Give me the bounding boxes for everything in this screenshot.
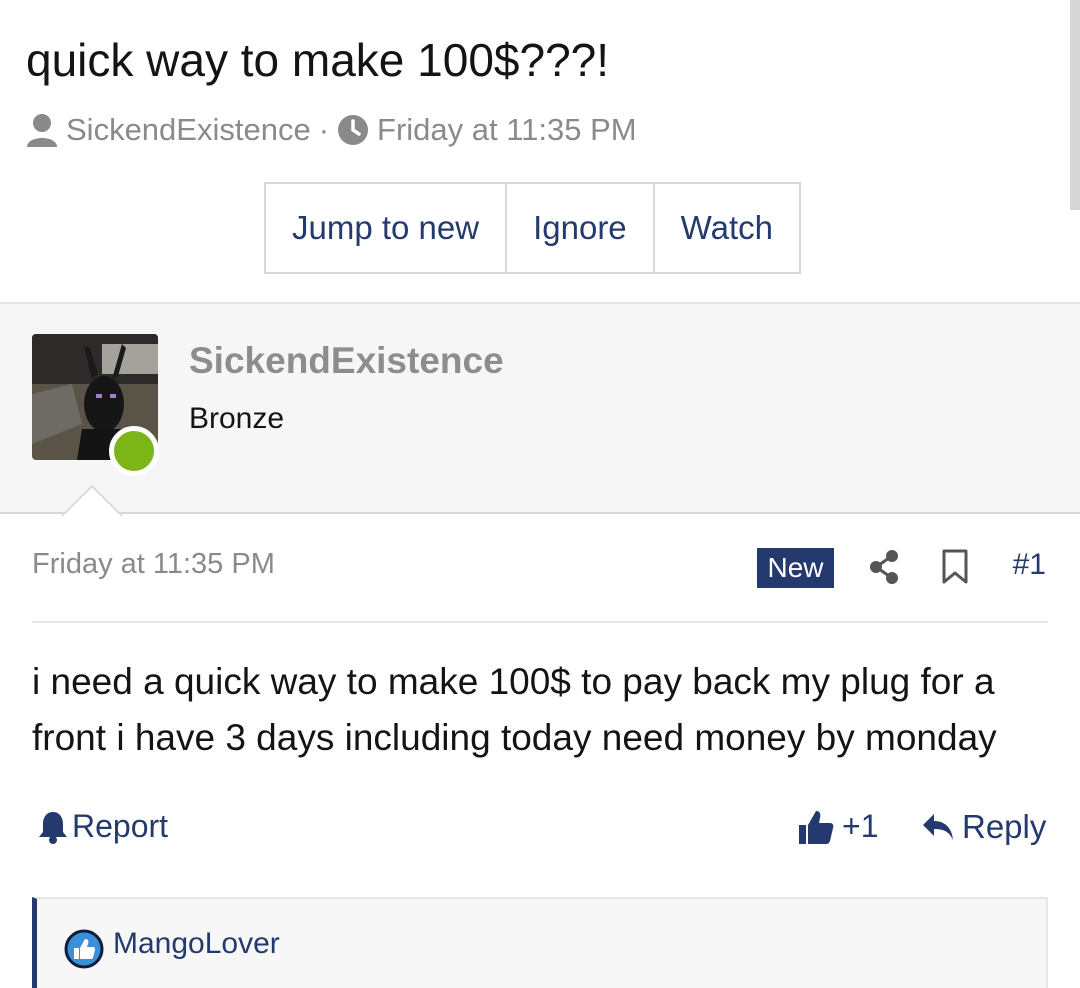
thread-author-link[interactable]: SickendExistence [66, 112, 311, 148]
user-block-arrow [62, 484, 122, 516]
reply-icon [923, 814, 953, 840]
thumbs-up-icon [799, 810, 834, 844]
report-button[interactable]: Report [38, 808, 168, 845]
thread-time[interactable]: Friday at 11:35 PM [377, 112, 637, 148]
thread-title: quick way to make 100$???! [26, 34, 610, 86]
scrollbar[interactable] [1070, 0, 1080, 210]
reaction-user-link[interactable]: MangoLover [113, 927, 280, 961]
ignore-button[interactable]: Ignore [505, 184, 653, 272]
watch-button[interactable]: Watch [652, 184, 799, 272]
share-icon[interactable] [868, 548, 900, 591]
user-rank: Bronze [189, 402, 285, 435]
new-badge: New [757, 548, 834, 588]
post-divider [32, 621, 1048, 623]
bell-icon [39, 811, 67, 844]
like-button[interactable]: +1 [798, 808, 878, 845]
post-body: i need a quick way to make 100$ to pay b… [32, 661, 997, 758]
post-date[interactable]: Friday at 11:35 PM [32, 548, 275, 581]
thread-meta: SickendExistence · Friday at 11:35 PM [26, 108, 637, 152]
reply-label: Reply [962, 808, 1047, 845]
thread-actions: Jump to new Ignore Watch [264, 182, 801, 274]
like-reaction-icon [64, 929, 104, 974]
user-icon [26, 113, 58, 147]
meta-separator: · [318, 112, 330, 147]
clock-icon [337, 114, 369, 146]
report-label: Report [72, 808, 169, 844]
like-count: +1 [842, 808, 879, 844]
bookmark-icon[interactable] [941, 548, 969, 591]
reply-button[interactable]: Reply [922, 808, 1046, 846]
post-user-block [0, 302, 1080, 514]
jump-to-new-button[interactable]: Jump to new [266, 184, 506, 272]
post-username[interactable]: SickendExistence [189, 340, 504, 382]
post-number-link[interactable]: #1 [1013, 548, 1046, 582]
online-status-indicator [109, 426, 159, 476]
